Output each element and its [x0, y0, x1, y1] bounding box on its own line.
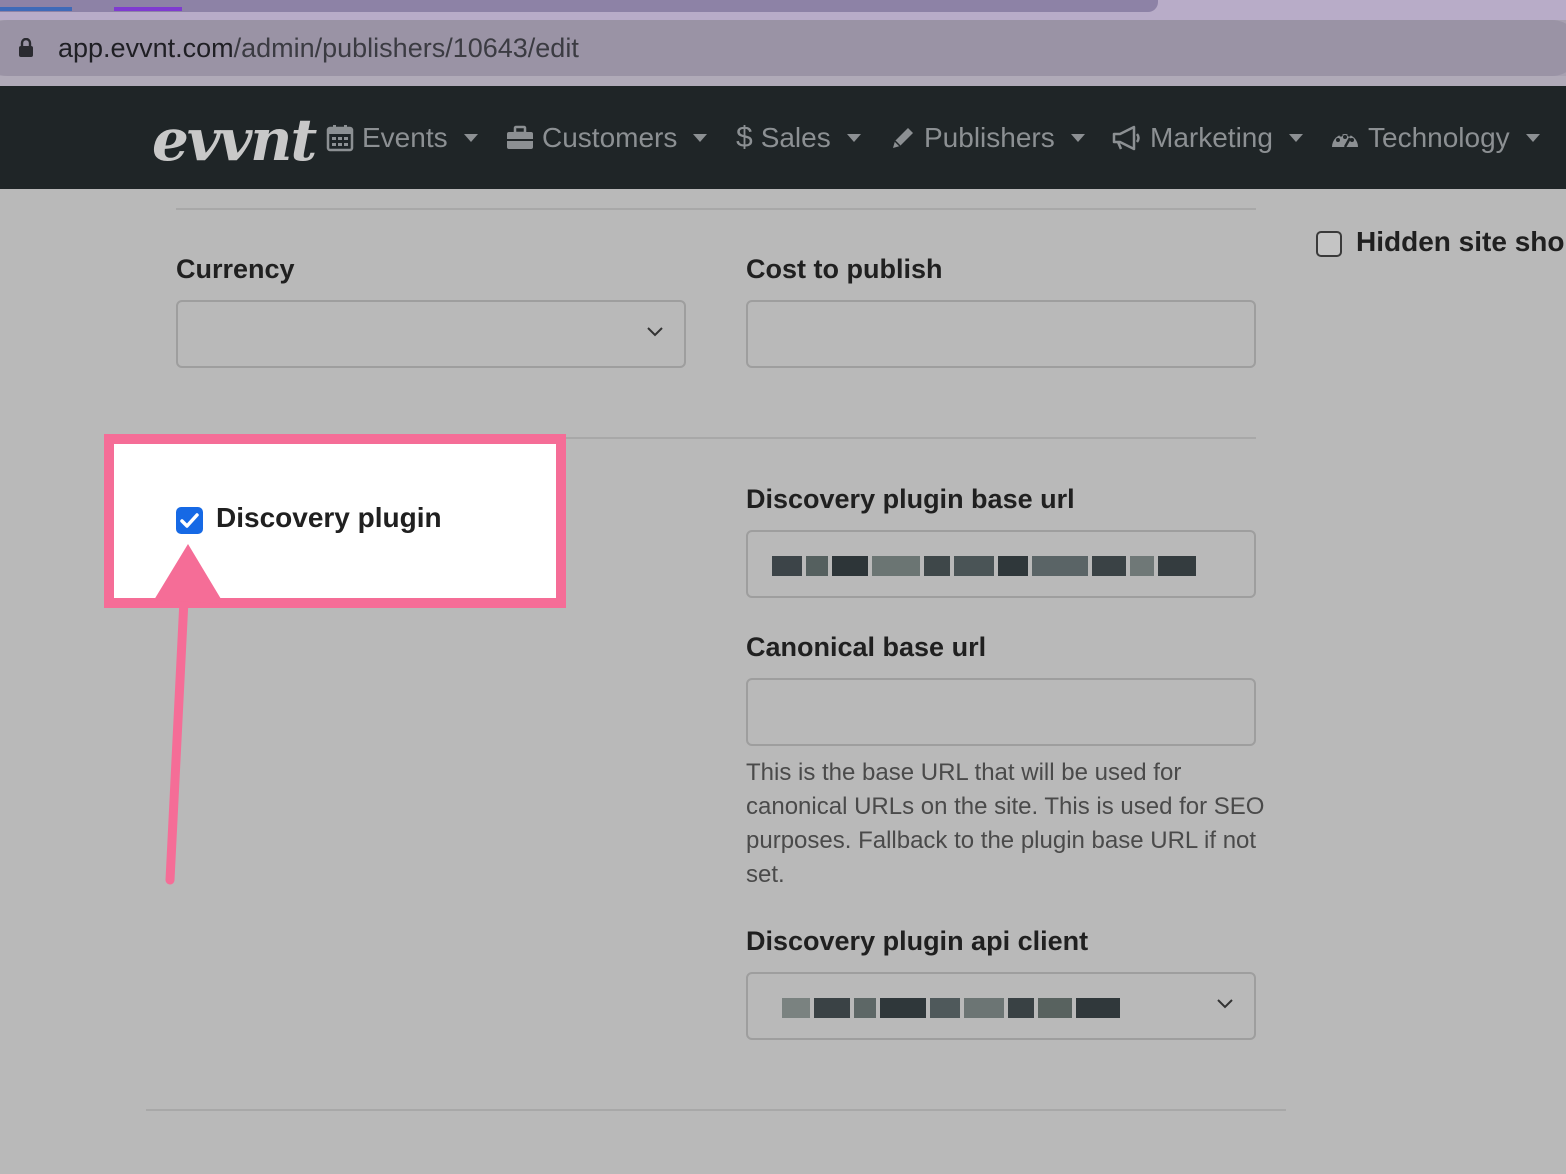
chevron-down-icon: [463, 134, 478, 142]
nav-marketing-label: Marketing: [1150, 122, 1273, 153]
dashboard-icon: [1332, 133, 1358, 148]
discovery-plugin-api-client-select[interactable]: [746, 972, 1256, 1040]
hidden-site-checkbox[interactable]: [1316, 231, 1342, 257]
cost-to-publish-label: Cost to publish: [746, 254, 943, 284]
tab-indicator: [0, 7, 72, 11]
canonical-base-url-input[interactable]: [746, 678, 1256, 746]
chevron-down-icon: [1525, 134, 1540, 142]
lock-icon[interactable]: [18, 38, 34, 58]
pencil-icon: [893, 128, 913, 148]
discovery-plugin-base-url-label: Discovery plugin base url: [746, 484, 1075, 514]
chevron-down-icon: [846, 134, 861, 142]
arrow-annotation-icon: [154, 544, 224, 885]
discovery-plugin-base-url-input[interactable]: [746, 530, 1256, 598]
nav-sales[interactable]: $ Sales: [736, 116, 861, 160]
chevron-down-icon: [1288, 134, 1303, 142]
cost-to-publish-input[interactable]: [746, 300, 1256, 368]
briefcase-icon: [507, 125, 533, 149]
section-divider: [560, 437, 1256, 439]
bullhorn-icon: [1112, 125, 1140, 151]
redacted-value: [772, 556, 1196, 576]
currency-select[interactable]: [176, 300, 686, 368]
browser-address-bar: app.evvnt.com/admin/publishers/10643/edi…: [0, 20, 1566, 76]
redacted-value: [782, 998, 1120, 1018]
nav-marketing[interactable]: Marketing: [1112, 116, 1303, 160]
nav-customers[interactable]: Customers: [506, 116, 708, 160]
browser-tab-strip: [0, 0, 1566, 20]
chevron-down-icon: [1070, 134, 1085, 142]
nav-technology[interactable]: Technology: [1330, 116, 1540, 160]
discovery-plugin-checkbox[interactable]: [176, 507, 203, 534]
discovery-plugin-label: Discovery plugin: [216, 502, 442, 533]
nav-publishers-label: Publishers: [924, 122, 1055, 153]
calendar-icon: [326, 125, 354, 152]
nav-publishers[interactable]: Publishers: [890, 116, 1085, 160]
url-host: app.evvnt.com: [58, 33, 234, 63]
brand-logo[interactable]: evvnt: [152, 100, 317, 180]
hidden-site-label: Hidden site sho: [1356, 226, 1565, 257]
toolbar-strip: [0, 76, 1566, 86]
chevron-down-icon: [1217, 999, 1233, 1009]
nav-events-label: Events: [362, 122, 448, 153]
tab-indicator: [114, 7, 182, 11]
nav-technology-label: Technology: [1368, 122, 1510, 153]
url-text[interactable]: app.evvnt.com/admin/publishers/10643/edi…: [58, 32, 579, 64]
nav-events[interactable]: Events: [326, 116, 478, 160]
dollar-icon: $: [736, 121, 753, 154]
canonical-base-url-help: This is the base URL that will be used f…: [746, 759, 1265, 888]
url-path: /admin/publishers/10643/edit: [233, 33, 579, 63]
section-divider: [176, 208, 1256, 210]
canonical-base-url-label: Canonical base url: [746, 632, 987, 662]
chevron-down-icon: [693, 134, 708, 142]
nav-customers-label: Customers: [542, 122, 678, 153]
chevron-down-icon: [647, 327, 663, 337]
nav-sales-label: Sales: [760, 122, 831, 153]
currency-label: Currency: [176, 254, 295, 284]
discovery-plugin-api-client-label: Discovery plugin api client: [746, 926, 1089, 956]
check-icon: [180, 513, 199, 528]
section-divider: [146, 1109, 1286, 1111]
